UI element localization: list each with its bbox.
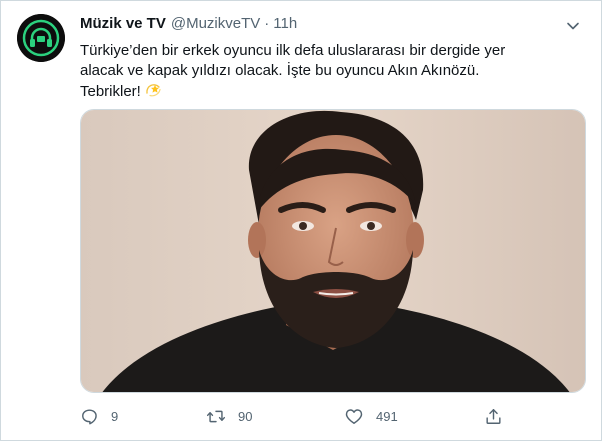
user-handle[interactable]: @MuzikveTV [171,15,260,32]
share-button[interactable] [484,405,503,427]
like-button[interactable]: 491 [344,405,398,427]
tweet-line: Türkiye’den bir erkek oyuncu ilk defa ul… [80,42,506,59]
display-name[interactable]: Müzik ve TV [80,15,166,32]
heart-icon [345,408,363,424]
tweet-line: alacak ve kapak yıldızı olacak. İşte bu … [80,62,480,79]
avatar[interactable] [17,14,65,62]
dizzy-star-icon [144,81,162,105]
chevron-down-icon [567,22,579,30]
more-options-button[interactable] [562,15,584,37]
tweet-card[interactable]: Müzik ve TV @MuzikveTV · 11h Türkiye’den… [0,0,602,441]
tweet-line: Tebrikler! [80,81,585,105]
retweet-icon [206,410,226,422]
tweet-line-text: Tebrikler! [80,83,141,100]
tweet-header: Müzik ve TV @MuzikveTV · 11h [80,15,297,35]
reply-icon [82,408,97,424]
separator-dot: · [264,15,270,32]
portrait-photo [81,110,585,392]
reply-button[interactable]: 9 [80,405,118,427]
share-icon [486,408,501,424]
like-count: 491 [376,408,398,424]
reply-count: 9 [111,408,119,424]
tweet-actions: 9 90 491 [80,405,585,427]
retweet-count: 90 [238,408,253,424]
headphones-logo-icon [17,14,65,62]
retweet-button[interactable]: 90 [206,405,252,427]
tweet-photo[interactable] [80,109,586,393]
tweet-text: Türkiye’den bir erkek oyuncu ilk defa ul… [80,41,585,105]
timestamp[interactable]: 11h [273,15,297,32]
